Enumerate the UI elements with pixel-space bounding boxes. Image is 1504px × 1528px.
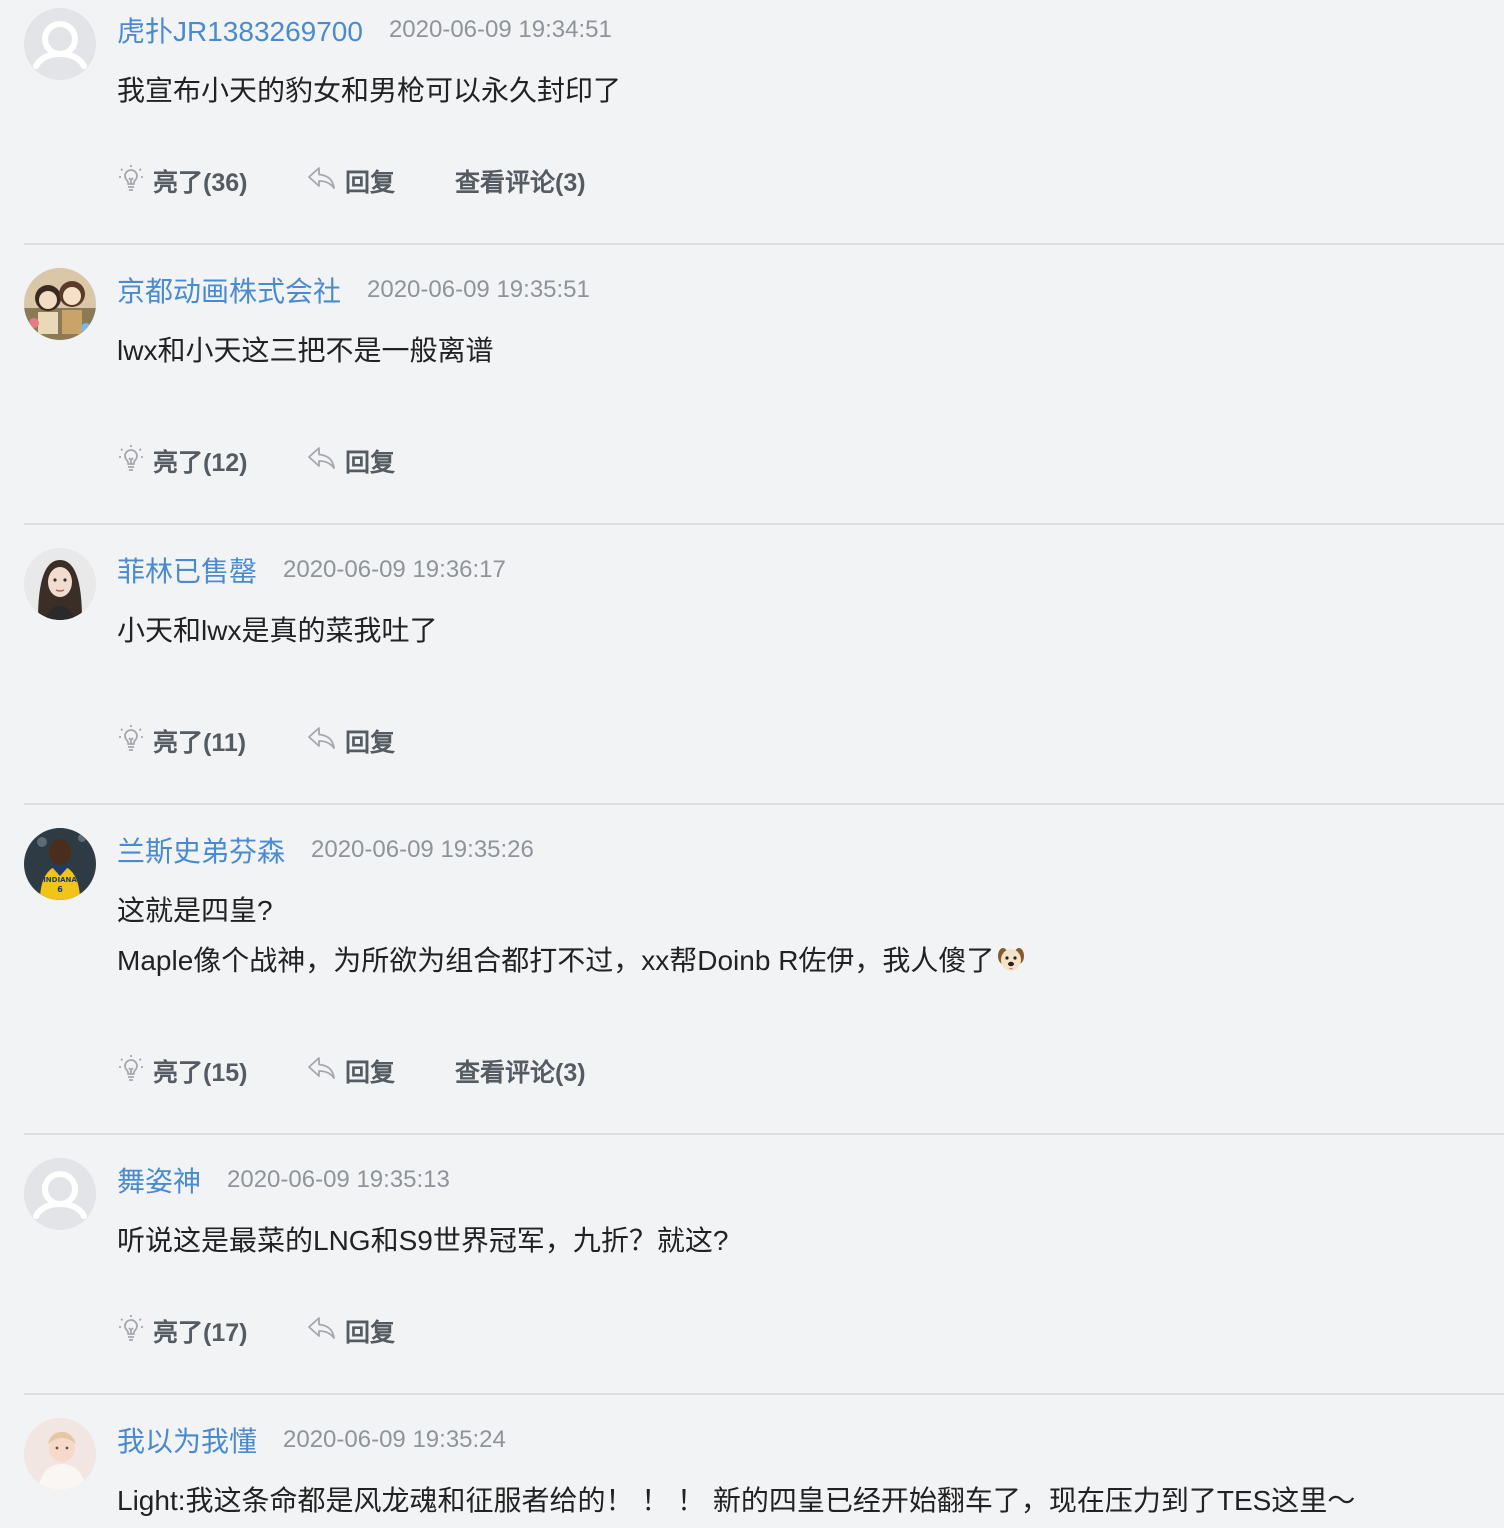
reply-label: 回复	[345, 729, 396, 757]
reply-label: 回复	[345, 1059, 396, 1087]
anime-avatar	[24, 268, 96, 340]
lightbulb-icon	[117, 1053, 153, 1090]
reply-icon	[307, 164, 345, 199]
lightbulb-icon	[117, 1313, 153, 1350]
user-avatar[interactable]	[24, 1418, 96, 1490]
comment-text-line: 小天和lwx是真的菜我吐了	[117, 615, 438, 646]
lightbulb-icon	[117, 443, 153, 480]
svg-text:INDIANA: INDIANA	[43, 876, 77, 884]
comment-text-line: Light:我这条命都是风龙魂和征服者给的！ ！ ！ 新的四皇已经开始翻车了，现…	[117, 1485, 1356, 1516]
reply-label: 回复	[345, 169, 396, 197]
timestamp: 2020-06-09 19:35:26	[311, 836, 534, 863]
comment-item: INDIANA 6 兰斯史弟芬森 2020-06-09 19:35:26 这就是四…	[0, 820, 1504, 1150]
comment-text-line: 听说这是最菜的LNG和S9世界冠军，九折？就这?	[117, 1225, 729, 1256]
comment-body: Light:我这条命都是风龙魂和征服者给的！ ！ ！ 新的四皇已经开始翻车了，现…	[117, 1476, 1487, 1526]
comment-actions: 亮了(36) 回复 查看评论(3)	[117, 161, 586, 201]
comment-header: 舞姿神 2020-06-09 19:35:13	[117, 1160, 450, 1200]
reply-icon	[307, 724, 345, 759]
reply-button[interactable]: 回复	[307, 723, 455, 759]
comment-text-line: Maple像个战神，为所欲为组合都打不过，xx帮Doinb R佐伊，我人傻了	[117, 945, 995, 976]
comment-divider	[24, 803, 1504, 805]
user-avatar[interactable]	[24, 268, 96, 340]
comment-item: 菲林已售罄 2020-06-09 19:36:17 小天和lwx是真的菜我吐了 …	[0, 540, 1504, 820]
comment-text-line: 这就是四皇?	[117, 895, 273, 926]
like-count: 亮了(15)	[153, 1059, 248, 1087]
username-link[interactable]: 我以为我懂	[117, 1420, 257, 1460]
timestamp: 2020-06-09 19:35:24	[283, 1426, 506, 1453]
default-avatar-icon	[24, 8, 96, 80]
svg-text:6: 6	[57, 885, 63, 894]
user-avatar[interactable]	[24, 8, 96, 80]
like-count: 亮了(11)	[153, 729, 247, 757]
comment-actions: 亮了(15) 回复 查看评论(3)	[117, 1051, 586, 1091]
reply-icon	[307, 1054, 345, 1089]
username-link[interactable]: 菲林已售罄	[117, 550, 257, 590]
baby-photo-avatar	[24, 1418, 96, 1490]
like-count: 亮了(12)	[153, 449, 248, 477]
reply-label: 回复	[345, 449, 396, 477]
view-replies-label: 查看评论(3)	[455, 1059, 586, 1087]
comment-body: 小天和lwx是真的菜我吐了	[117, 606, 1487, 656]
comment-actions: 亮了(12) 回复	[117, 441, 455, 481]
view-replies-button[interactable]: 查看评论(3)	[455, 1053, 586, 1089]
username-link[interactable]: 舞姿神	[117, 1160, 201, 1200]
timestamp: 2020-06-09 19:35:13	[227, 1166, 450, 1193]
comment-header: 菲林已售罄 2020-06-09 19:36:17	[117, 550, 506, 590]
like-count: 亮了(17)	[153, 1319, 248, 1347]
user-avatar[interactable]	[24, 1158, 96, 1230]
comment-actions: 亮了(11) 回复	[117, 721, 455, 761]
comment-body: 听说这是最菜的LNG和S9世界冠军，九折？就这?	[117, 1216, 1487, 1266]
lightbulb-icon	[117, 163, 153, 200]
reply-button[interactable]: 回复	[307, 1313, 455, 1349]
like-button[interactable]: 亮了(15)	[117, 1053, 307, 1090]
dog-face-emoji	[998, 948, 1025, 971]
comment-text-line: lwx和小天这三把不是一般离谱	[117, 335, 494, 366]
basketball-player-avatar: INDIANA 6	[24, 828, 96, 900]
view-replies-button[interactable]: 查看评论(3)	[455, 163, 586, 199]
username-link[interactable]: 京都动画株式会社	[117, 270, 341, 310]
username-link[interactable]: 兰斯史弟芬森	[117, 830, 285, 870]
comment-divider	[24, 1133, 1504, 1135]
reply-icon	[307, 1314, 345, 1349]
comment-body: 这就是四皇? Maple像个战神，为所欲为组合都打不过，xx帮Doinb R佐伊，…	[117, 886, 1487, 986]
comment-divider	[24, 1393, 1504, 1395]
portrait-avatar	[24, 548, 96, 620]
username-link[interactable]: 虎扑JR1383269700	[117, 10, 363, 50]
comment-actions: 亮了(17) 回复	[117, 1311, 455, 1351]
comment-header: 京都动画株式会社 2020-06-09 19:35:51	[117, 270, 590, 310]
timestamp: 2020-06-09 19:35:51	[367, 276, 590, 303]
comment-item: 舞姿神 2020-06-09 19:35:13 听说这是最菜的LNG和S9世界冠…	[0, 1150, 1504, 1410]
like-count: 亮了(36)	[153, 169, 248, 197]
reply-icon	[307, 444, 345, 479]
timestamp: 2020-06-09 19:34:51	[388, 16, 612, 43]
comment-text-line: 我宣布小天的豹女和男枪可以永久封印了	[117, 75, 622, 106]
comment-item: 虎扑JR1383269700 2020-06-09 19:34:51 我宣布小天…	[0, 0, 1504, 260]
like-button[interactable]: 亮了(36)	[117, 163, 307, 200]
user-avatar[interactable]	[24, 548, 96, 620]
comment-item: 我以为我懂 2020-06-09 19:35:24 Light:我这条命都是风龙…	[0, 1410, 1504, 1528]
reply-button[interactable]: 回复	[307, 443, 455, 479]
like-button[interactable]: 亮了(11)	[117, 723, 307, 760]
reply-button[interactable]: 回复	[307, 1053, 455, 1089]
comment-body: 我宣布小天的豹女和男枪可以永久封印了	[117, 66, 1487, 116]
default-avatar-icon	[24, 1158, 96, 1230]
comment-header: 兰斯史弟芬森 2020-06-09 19:35:26	[117, 830, 534, 870]
like-button[interactable]: 亮了(17)	[117, 1313, 307, 1350]
view-replies-label: 查看评论(3)	[455, 169, 586, 197]
comment-header: 我以为我懂 2020-06-09 19:35:24	[117, 1420, 506, 1460]
user-avatar[interactable]: INDIANA 6	[24, 828, 96, 900]
comment-body: lwx和小天这三把不是一般离谱	[117, 326, 1487, 376]
lightbulb-icon	[117, 723, 153, 760]
comment-divider	[24, 523, 1504, 525]
timestamp: 2020-06-09 19:36:17	[283, 556, 506, 583]
reply-label: 回复	[345, 1319, 396, 1347]
comment-item: 京都动画株式会社 2020-06-09 19:35:51 lwx和小天这三把不是…	[0, 260, 1504, 540]
reply-button[interactable]: 回复	[307, 163, 455, 199]
comment-divider	[24, 243, 1504, 245]
like-button[interactable]: 亮了(12)	[117, 443, 307, 480]
comment-header: 虎扑JR1383269700 2020-06-09 19:34:51	[117, 10, 612, 50]
